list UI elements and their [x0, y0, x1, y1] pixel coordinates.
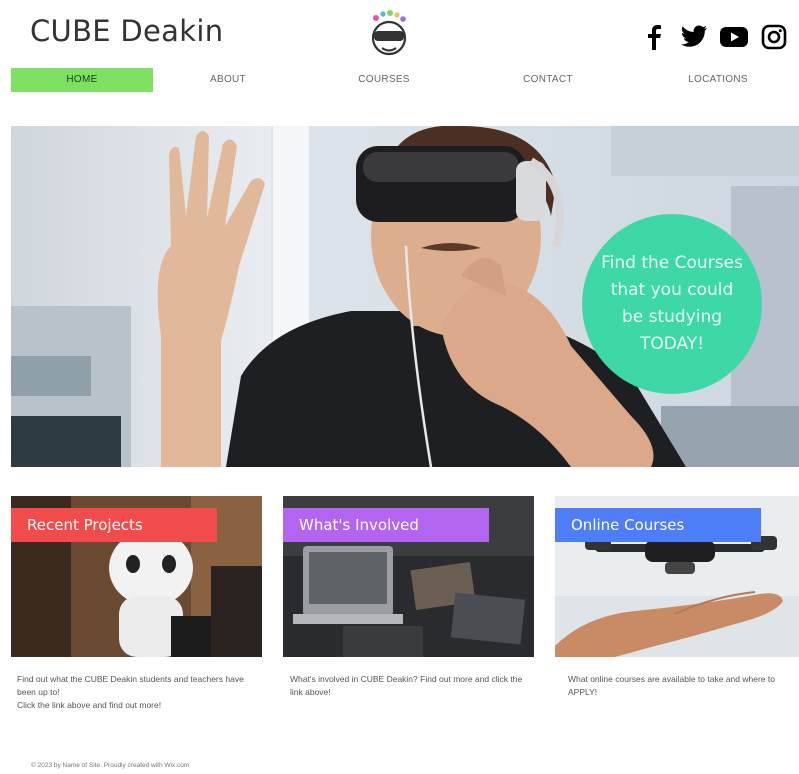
nav-item-contact[interactable]: CONTACT [477, 68, 619, 92]
online-courses-description: What online courses are available to tak… [568, 673, 793, 699]
card-online-courses[interactable]: Online Courses [555, 496, 799, 657]
whats-involved-description: What's involved in CUBE Deakin? Find out… [290, 673, 530, 699]
recent-projects-label[interactable]: Recent Projects [11, 508, 217, 542]
nav-item-about[interactable]: ABOUT [157, 68, 299, 92]
recent-projects-description-line: Click the link above and find out more! [17, 700, 162, 710]
hero-banner: Find the Courses that you could be study… [11, 126, 799, 467]
social-links [639, 22, 789, 52]
nav-item-locations[interactable]: LOCATIONS [647, 68, 789, 92]
recent-projects-description-line: Find out what the CUBE Deakin students a… [17, 674, 244, 697]
facebook-icon[interactable] [639, 22, 669, 52]
nav-item-home[interactable]: HOME [11, 68, 153, 92]
card-whats-involved[interactable]: What's Involved [283, 496, 534, 657]
recent-projects-description: Find out what the CUBE Deakin students a… [17, 673, 257, 712]
vr-headset-logo-icon[interactable] [362, 8, 416, 62]
online-courses-description-line: What online courses are available to tak… [568, 674, 775, 697]
twitter-icon[interactable] [679, 22, 709, 52]
nav-item-courses[interactable]: COURSES [313, 68, 455, 92]
find-courses-circle[interactable]: Find the Courses that you could be study… [582, 214, 762, 394]
main-nav: HOME ABOUT COURSES CONTACT LOCATIONS [0, 68, 799, 92]
whats-involved-description-line: What's involved in CUBE Deakin? Find out… [290, 674, 523, 697]
instagram-icon[interactable] [759, 22, 789, 52]
site-title[interactable]: CUBE Deakin [30, 14, 223, 48]
youtube-icon[interactable] [719, 22, 749, 52]
whats-involved-label[interactable]: What's Involved [283, 508, 489, 542]
card-recent-projects[interactable]: Recent Projects [11, 496, 262, 657]
footer-text: © 2023 by Name of Site. Proudly created … [31, 762, 190, 769]
online-courses-label[interactable]: Online Courses [555, 508, 761, 542]
find-courses-text: Find the Courses that you could be study… [601, 253, 743, 354]
